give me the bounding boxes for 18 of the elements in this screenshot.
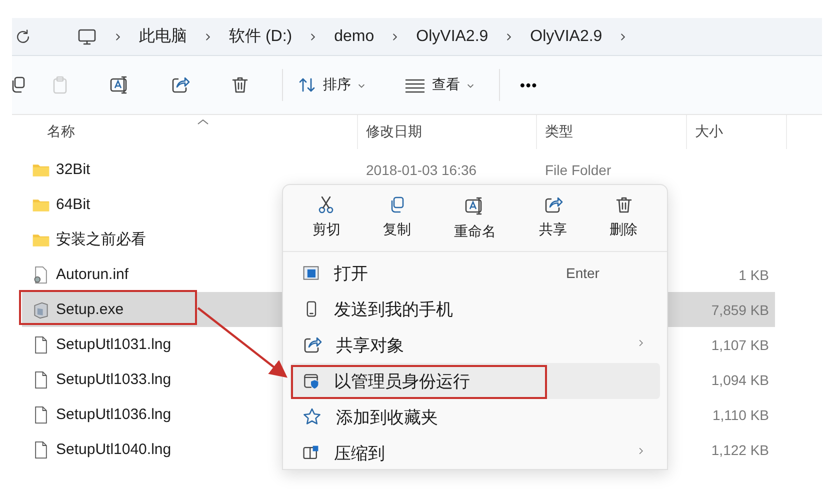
file-size: 1,094 KB	[711, 372, 769, 388]
file-name: 安装之前必看	[56, 230, 146, 249]
file-size: 1,107 KB	[711, 336, 769, 352]
file-size: 1 KB	[738, 266, 769, 282]
file-name: SetupUtl1033.lng	[56, 371, 172, 388]
shortcut-label: Enter	[566, 265, 600, 281]
file-name: 64Bit	[56, 196, 90, 213]
file-size: 7,859 KB	[711, 302, 769, 318]
file-size: 1,122 KB	[711, 442, 769, 458]
file-name: Autorun.inf	[56, 266, 129, 283]
file-name: 32Bit	[56, 161, 90, 178]
date-modified: 2018-01-03 16:36	[366, 162, 477, 178]
file-name: SetupUtl1031.lng	[56, 336, 172, 353]
file-type: File Folder	[545, 162, 612, 178]
file-size: 1,110 KB	[712, 406, 769, 422]
file-name: Setup.exe	[56, 301, 124, 318]
file-name: SetupUtl1040.lng	[56, 441, 172, 458]
file-name: SetupUtl1036.lng	[56, 406, 172, 423]
